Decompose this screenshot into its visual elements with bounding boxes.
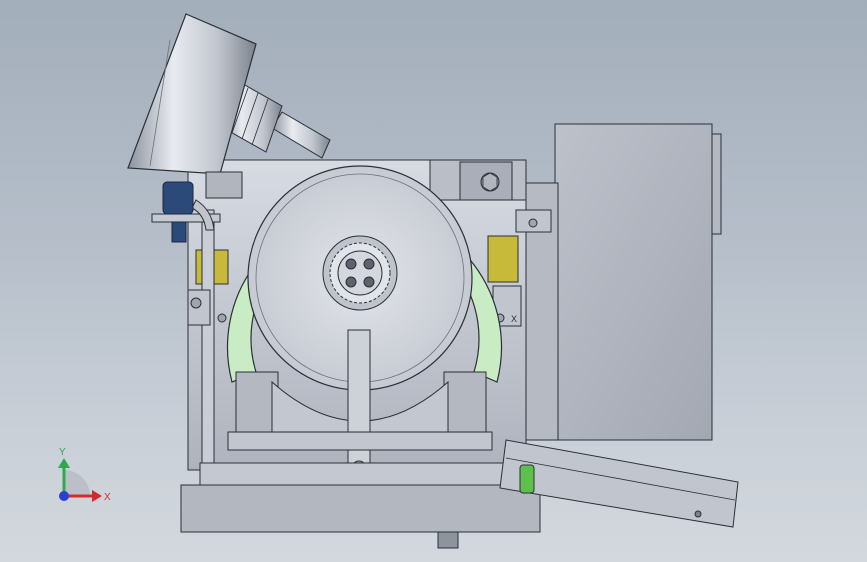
triad-arc-icon (64, 470, 90, 496)
pedestal-step (227, 431, 493, 451)
leveling-foot[interactable] (437, 531, 459, 549)
motor-mount-block (205, 171, 243, 199)
base-plate[interactable] (180, 484, 541, 533)
left-screw-icon[interactable] (217, 313, 227, 323)
hub-bolt-icon (363, 276, 375, 288)
left-clamp-screw-icon[interactable] (190, 297, 202, 309)
yellow-band-right (487, 235, 519, 283)
triad-y-label: Y (59, 447, 66, 458)
model-drawing[interactable]: X Y X (0, 0, 867, 562)
bearing-hub[interactable] (337, 250, 383, 296)
pedestal-right-wall (443, 371, 487, 433)
triad-x-arrow-icon (92, 490, 102, 502)
bracket-screw-icon[interactable] (528, 218, 538, 228)
tray-hole-icon (694, 510, 702, 518)
base-upper-plate (199, 462, 521, 488)
blue-adjust-knob[interactable] (162, 181, 194, 215)
right-gearbox-block[interactable] (554, 123, 713, 441)
hub-bolt-icon (363, 258, 375, 270)
support-strut[interactable] (347, 329, 371, 479)
cad-viewport[interactable]: X Y X (0, 0, 867, 562)
motor-shaft (271, 111, 331, 159)
hub-bolt-icon (345, 276, 357, 288)
hex-bolt-head-icon (482, 172, 498, 192)
motor-body (127, 13, 257, 175)
triad-y-arrow-icon (58, 458, 70, 468)
coordinate-triad-icon: Y X (58, 447, 111, 503)
triad-x-label: X (104, 492, 111, 503)
fixture-label: X (511, 314, 517, 324)
hub-bolt-icon (345, 258, 357, 270)
knob-stem[interactable] (171, 221, 187, 243)
green-stop-pin[interactable] (519, 464, 535, 494)
left-vertical-post[interactable] (201, 209, 215, 476)
gearbox-end-cap (711, 133, 722, 235)
motor-assembly[interactable] (127, 13, 331, 175)
triad-z-axis-icon (59, 491, 69, 501)
